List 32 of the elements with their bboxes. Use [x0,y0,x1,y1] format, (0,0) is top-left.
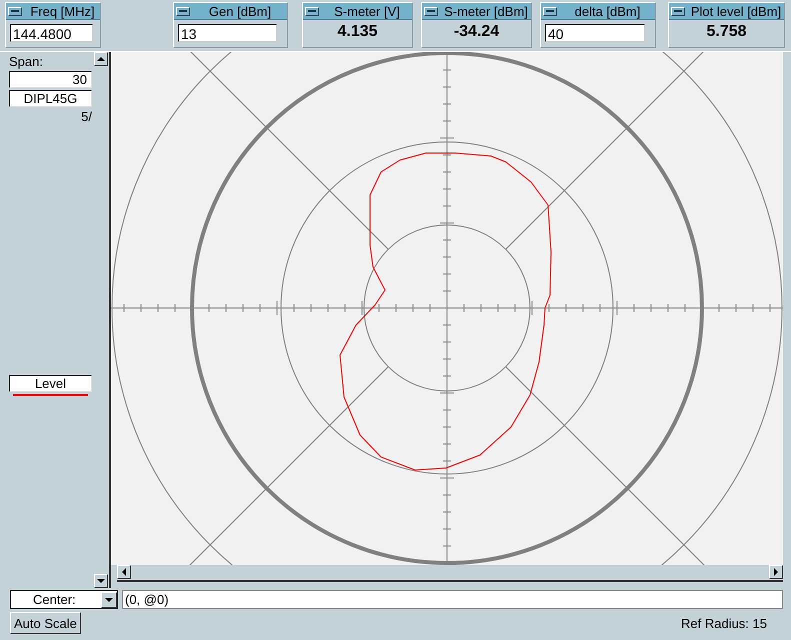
collapse-button[interactable] [671,6,685,16]
right-arrow-icon [772,568,780,576]
value-readout: -34.24 [454,23,500,41]
panel-title: S-meter [V] [333,4,401,18]
up-arrow-icon [97,55,106,63]
trace-legend: Level [9,375,92,392]
panel-title: Freq [MHz] [29,4,96,18]
value-readout: 5.758 [706,23,747,41]
collapse-button[interactable] [424,6,438,16]
panel-title: Plot level [dBm] [690,4,782,18]
panel-title: delta [dBm] [574,4,642,18]
center-input[interactable]: (0, @0) [122,590,783,609]
mode-dropdown[interactable]: Center: [10,590,118,609]
value-field[interactable]: 13 [178,24,278,42]
value-field[interactable]: 40 [545,24,646,42]
ref-radius-label: Ref Radius: 15 [681,616,767,630]
value-readout: 4.135 [337,23,378,41]
collapse-button[interactable] [176,6,190,16]
name-field[interactable]: DIPL45G [9,90,92,107]
note-text: 5/ [80,109,92,124]
left-arrow-icon [120,568,128,576]
panel-title: S-meter [dBm] [443,4,529,18]
down-arrow-icon [97,577,106,585]
value-field[interactable]: 144.4800 [10,24,93,42]
collapse-button[interactable] [305,6,319,16]
panel-title: Gen [dBm] [208,4,272,18]
span-label: Span: [9,54,44,69]
collapse-button[interactable] [8,6,22,16]
dropdown-arrow-icon [105,596,113,604]
collapse-button[interactable] [543,6,557,16]
span-field[interactable]: 30 [9,71,92,88]
auto-scale-button[interactable]: Auto Scale [10,612,81,634]
